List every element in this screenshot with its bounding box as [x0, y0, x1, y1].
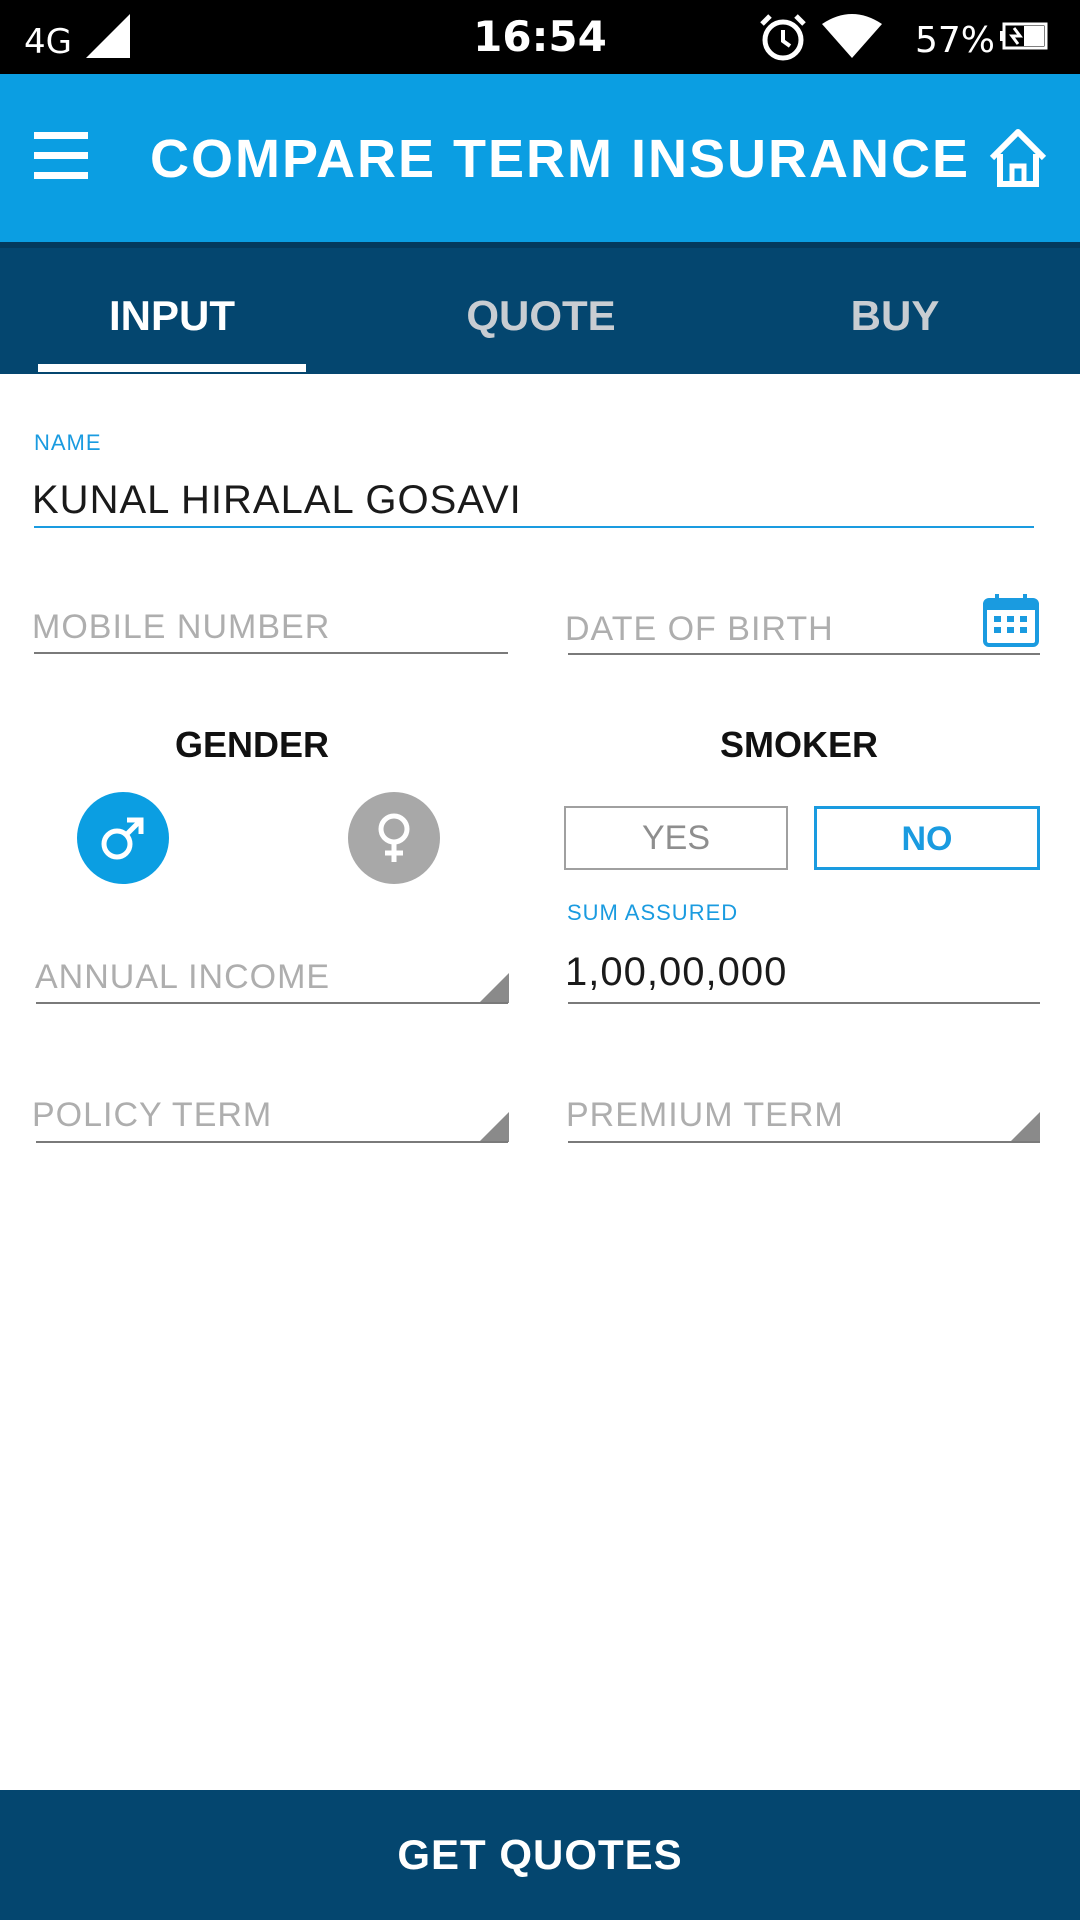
get-quotes-button[interactable]: GET QUOTES: [0, 1790, 1080, 1920]
name-underline: [34, 526, 1034, 528]
app-bar: COMPARE TERM INSURANCE: [0, 74, 1080, 242]
name-field[interactable]: KUNAL HIRALAL GOSAVI: [32, 478, 522, 523]
alarm-icon: [760, 14, 806, 61]
home-icon[interactable]: [986, 126, 1050, 190]
sum-assured-underline: [568, 1002, 1040, 1004]
premium-term-underline: [568, 1141, 1040, 1143]
annual-income-dropdown-arrow-icon: [479, 973, 509, 1003]
active-tab-indicator: [38, 364, 306, 372]
hamburger-menu-icon[interactable]: [34, 132, 96, 188]
premium-term-dropdown-arrow-icon: [1010, 1112, 1040, 1142]
policy-term-dropdown-arrow-icon: [479, 1112, 509, 1142]
wifi-icon: [822, 14, 882, 58]
sum-assured-field[interactable]: 1,00,00,000: [565, 950, 787, 995]
male-icon: [101, 817, 144, 860]
name-label: NAME: [34, 430, 102, 455]
battery-percent: 57%: [915, 20, 996, 61]
gender-title: GENDER: [174, 724, 330, 765]
calendar-icon[interactable]: [982, 592, 1040, 648]
gender-female-button[interactable]: [348, 792, 440, 884]
dob-underline: [568, 653, 1040, 655]
tab-buy[interactable]: BUY: [760, 292, 1030, 340]
smoker-no-button[interactable]: NO: [814, 806, 1040, 870]
policy-term-dropdown[interactable]: POLICY TERM: [32, 1096, 272, 1135]
page-title: COMPARE TERM INSURANCE: [150, 129, 971, 189]
policy-term-underline: [36, 1141, 508, 1143]
annual-income-dropdown[interactable]: ANNUAL INCOME: [35, 958, 330, 997]
premium-term-dropdown[interactable]: PREMIUM TERM: [566, 1096, 844, 1135]
tab-quote[interactable]: QUOTE: [406, 292, 676, 340]
status-bar: 4G 16:54 57%: [0, 0, 1080, 74]
tab-bar: INPUT QUOTE BUY: [0, 242, 1080, 374]
battery-charging-icon: [1000, 22, 1048, 50]
female-icon: [378, 813, 410, 862]
smoker-yes-button[interactable]: YES: [564, 806, 788, 870]
tab-input[interactable]: INPUT: [38, 292, 306, 340]
date-of-birth-field[interactable]: DATE OF BIRTH: [565, 610, 834, 649]
mobile-number-field[interactable]: MOBILE NUMBER: [32, 608, 330, 647]
gender-male-button[interactable]: [77, 792, 169, 884]
annual-income-underline: [36, 1002, 508, 1004]
sum-assured-label: SUM ASSURED: [567, 900, 739, 925]
mobile-underline: [34, 652, 508, 654]
smoker-title: SMOKER: [719, 724, 878, 765]
